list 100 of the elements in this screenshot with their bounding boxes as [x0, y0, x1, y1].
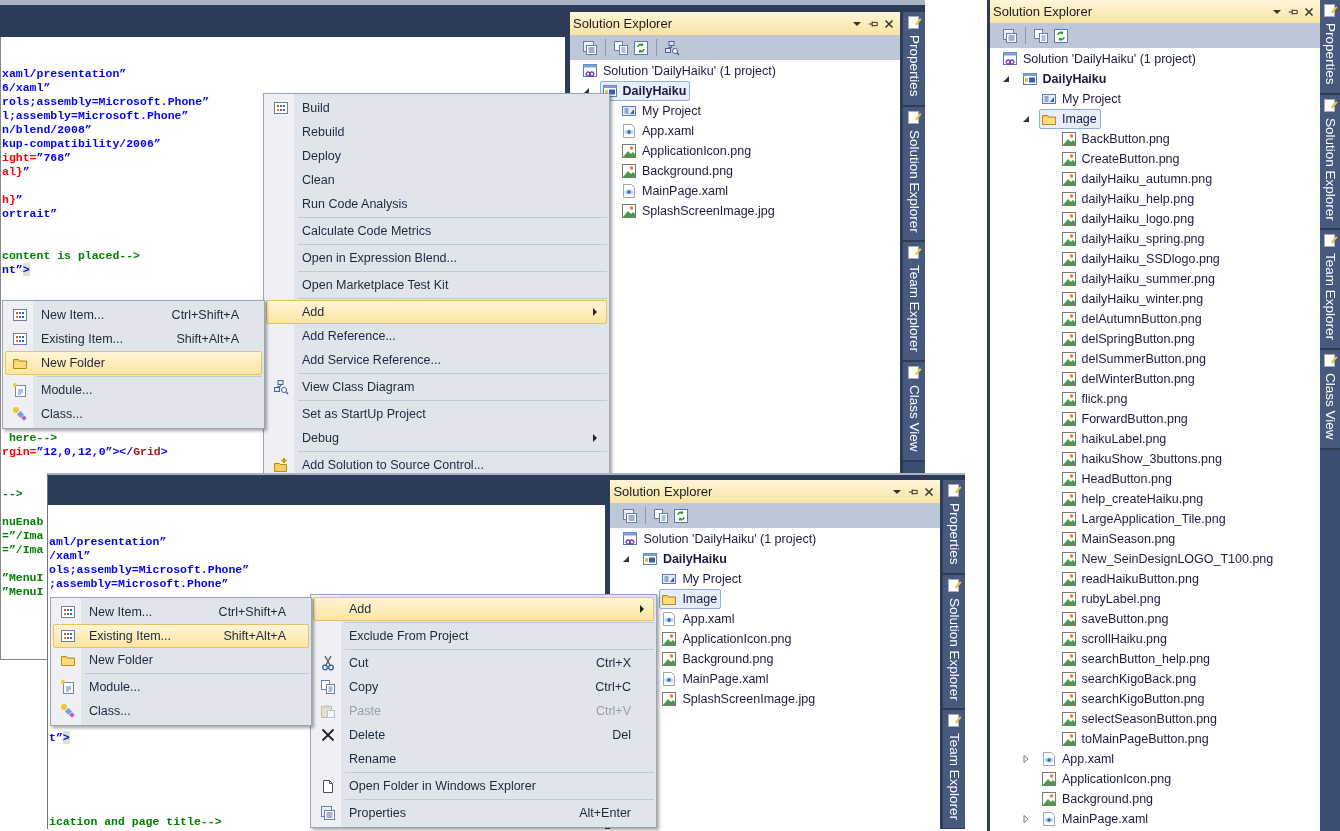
menu-item[interactable]: Cut Ctrl+X [313, 651, 654, 675]
tree-item[interactable]: dailyHaiku_autumn.png [1058, 169, 1217, 189]
tree-item[interactable]: CreateButton.png [1058, 149, 1184, 169]
tree-item[interactable]: dailyHaiku_winter.png [1058, 289, 1208, 309]
menu-item[interactable]: Set as StartUp Project [266, 402, 607, 426]
close-icon[interactable] [884, 18, 894, 29]
menu-item[interactable]: Delete Del [313, 723, 654, 747]
side-tab[interactable]: Properties [1320, 0, 1340, 95]
tree-item[interactable]: dailyHaiku_help.png [1058, 189, 1199, 209]
side-tab[interactable]: Properties [943, 480, 965, 575]
tree-item[interactable]: Image [659, 589, 722, 609]
refresh-icon[interactable] [633, 39, 649, 56]
side-tab[interactable]: Solution Explorer [903, 106, 925, 243]
tree-item[interactable]: My Project [619, 101, 706, 121]
tree-item[interactable]: delAutumnButton.png [1058, 309, 1206, 329]
side-tab[interactable]: Solution Explorer [1320, 94, 1340, 231]
tree-item[interactable]: DailyHaiku [1019, 69, 1111, 89]
menu-item[interactable]: Open Folder in Windows Explorer [313, 774, 654, 798]
tree-item[interactable]: App.xaml [659, 609, 739, 629]
expanded-arrow-icon[interactable] [1021, 115, 1030, 123]
tree-item[interactable]: Solution 'DailyHaiku' (1 project) [580, 61, 780, 81]
menu-item[interactable]: New Item... Ctrl+Shift+A [5, 303, 262, 327]
tree-item[interactable]: Background.png [619, 161, 738, 181]
tree-item[interactable]: readHaikuButton.png [1058, 569, 1203, 589]
menu-item[interactable]: New Folder [53, 648, 309, 672]
tree-item[interactable]: help_createHaiku.png [1058, 489, 1208, 509]
side-tab[interactable]: Solution Explorer [943, 574, 965, 711]
menu-item[interactable]: Add [266, 300, 607, 324]
tree-item[interactable]: Solution 'DailyHaiku' (1 project) [620, 529, 821, 549]
tree-item[interactable]: New_SeinDesignLOGO_T100.png [1058, 549, 1278, 569]
tree-item[interactable]: dailyHaiku_summer.png [1058, 269, 1219, 289]
tree-item[interactable]: MainSeason.png [1058, 529, 1180, 549]
side-tab[interactable]: Class View [1320, 350, 1340, 450]
menu-item[interactable]: Add [313, 597, 654, 621]
menu-item[interactable]: Copy Ctrl+C [313, 675, 654, 699]
tree-item[interactable]: App.xaml [619, 121, 699, 141]
expanded-arrow-icon[interactable] [1002, 75, 1010, 83]
menu-item[interactable]: Class... [5, 402, 262, 426]
tree-item[interactable]: MainPage.xaml [1039, 809, 1153, 829]
tree-item[interactable]: Background.png [1039, 789, 1158, 809]
tree-item[interactable]: App.xaml [1039, 749, 1119, 769]
tree-item[interactable]: searchKigoButton.png [1058, 689, 1209, 709]
menu-item[interactable]: Module... [5, 378, 262, 402]
collapsed-arrow-icon[interactable] [1021, 815, 1030, 823]
tree-item[interactable]: HeadButton.png [1058, 469, 1176, 489]
menu-item[interactable]: Exclude From Project [313, 624, 654, 648]
tree-item[interactable]: haikuLabel.png [1058, 429, 1171, 449]
tree-item[interactable]: dailyHaiku_SSDlogo.png [1058, 249, 1224, 269]
menu-item[interactable]: Add Solution to Source Control... [266, 453, 607, 477]
tree-item[interactable]: LargeApplication_Tile.png [1058, 509, 1230, 529]
tree-item[interactable]: ApplicationIcon.png [659, 629, 796, 649]
tree-item[interactable]: saveButton.png [1058, 609, 1173, 629]
menu-item[interactable]: Open in Expression Blend... [266, 246, 607, 270]
menu-item[interactable]: New Item... Ctrl+Shift+A [53, 600, 309, 624]
expanded-arrow-icon[interactable] [622, 555, 631, 563]
menu-item[interactable]: Class... [53, 699, 309, 723]
menu-item[interactable]: Calculate Code Metrics [266, 219, 607, 243]
side-tab[interactable]: Properties [903, 12, 925, 107]
menu-item[interactable]: Open Marketplace Test Kit [266, 273, 607, 297]
tree-item[interactable]: delSpringButton.png [1058, 329, 1199, 349]
tree-item[interactable]: delSummerButton.png [1058, 349, 1210, 369]
tree-item[interactable]: searchKigoBack.png [1058, 669, 1201, 689]
side-tab[interactable]: Team Explorer [1320, 230, 1340, 351]
tree-item[interactable]: Solution 'DailyHaiku' (1 project) [1000, 49, 1200, 69]
tree-item[interactable]: flick.png [1058, 389, 1132, 409]
menu-item[interactable]: Run Code Analysis [266, 192, 607, 216]
collapsed-arrow-icon[interactable] [1021, 755, 1030, 763]
tree-item[interactable]: SplashScreenImage.jpg [659, 689, 820, 709]
tree-item[interactable]: Background.png [659, 649, 778, 669]
menu-item[interactable]: Add Reference... [266, 324, 607, 348]
menu-item[interactable]: Properties Alt+Enter [313, 801, 654, 825]
refresh-icon[interactable] [673, 507, 690, 524]
side-tab[interactable]: Team Explorer [943, 710, 965, 829]
side-tab[interactable]: Class View [903, 362, 925, 462]
tree-item[interactable]: MainPage.xaml [659, 669, 773, 689]
tree-item[interactable]: selectSeasonButton.png [1058, 709, 1222, 729]
tree-item[interactable]: Image [1039, 109, 1101, 129]
tree-item[interactable]: rubyLabel.png [1058, 589, 1165, 609]
tree-item[interactable]: My Project [1039, 89, 1126, 109]
menu-item[interactable]: Deploy [266, 144, 607, 168]
close-icon[interactable] [1304, 6, 1314, 17]
tree-item[interactable]: ApplicationIcon.png [619, 141, 756, 161]
tree-item[interactable]: delWinterButton.png [1058, 369, 1199, 389]
tree-item[interactable]: SplashScreenImage.jpg [619, 201, 779, 221]
menu-item[interactable]: Rebuild [266, 120, 607, 144]
menu-item[interactable]: View Class Diagram [266, 375, 607, 399]
tree-item[interactable]: DailyHaiku [639, 549, 731, 569]
menu-item[interactable]: Clean [266, 168, 607, 192]
tree-item[interactable]: ForwardButton.png [1058, 409, 1192, 429]
menu-item[interactable]: Existing Item... Shift+Alt+A [5, 327, 262, 351]
tree-item[interactable]: BackButton.png [1058, 129, 1174, 149]
close-icon[interactable] [924, 486, 934, 497]
tree-item[interactable]: My Project [659, 569, 746, 589]
refresh-icon[interactable] [1053, 27, 1069, 44]
tree-item[interactable]: MainPage.xaml [619, 181, 733, 201]
side-tab[interactable]: Team Explorer [903, 242, 925, 363]
menu-item[interactable]: Existing Item... Shift+Alt+A [53, 624, 309, 648]
menu-item[interactable]: New Folder [5, 351, 262, 375]
tree-item[interactable]: haikuShow_3buttons.png [1058, 449, 1226, 469]
menu-item[interactable]: Rename [313, 747, 654, 771]
